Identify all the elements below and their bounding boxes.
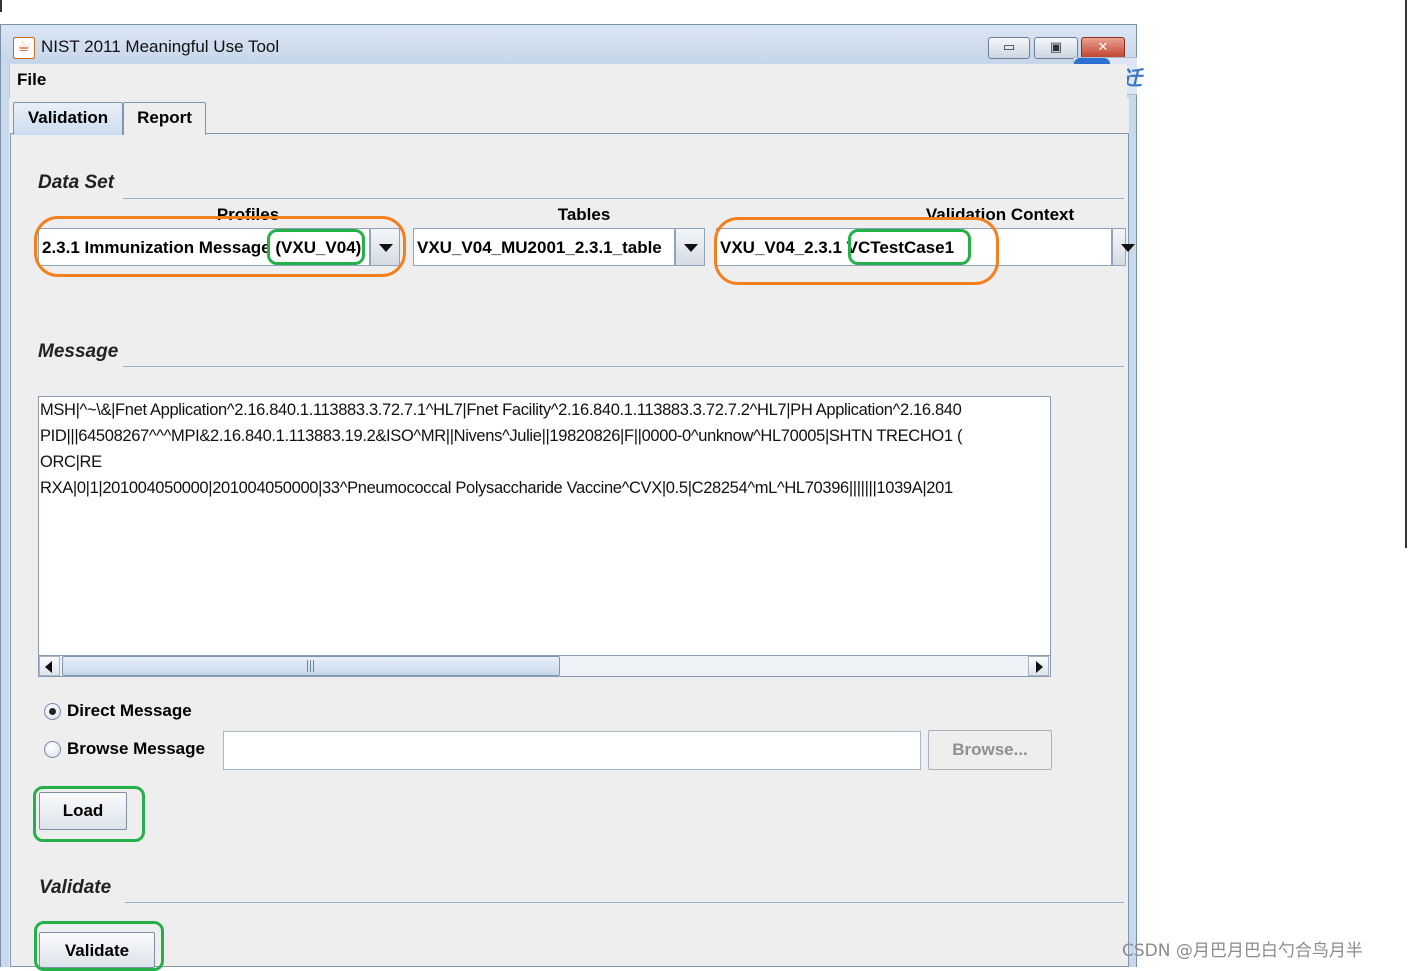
- scrollbar-grip-icon: [307, 660, 316, 672]
- dataset-section-title: Data Set: [38, 172, 115, 193]
- close-icon: ✕: [1097, 40, 1109, 55]
- message-line: RXA|0|1|201004050000|201004050000|33^Pne…: [40, 479, 953, 497]
- browse-button[interactable]: Browse...: [928, 730, 1052, 770]
- direct-message-radio[interactable]: [44, 703, 61, 720]
- scroll-left-icon[interactable]: [39, 656, 60, 676]
- tab-validation[interactable]: Validation: [13, 102, 123, 135]
- dataset-divider: [123, 198, 1124, 199]
- message-section-title: Message: [38, 341, 119, 362]
- message-line: ORC|RE: [40, 453, 102, 471]
- browse-message-label[interactable]: Browse Message: [67, 739, 205, 759]
- message-line: PID|||64508267^^^MPI&2.16.840.1.113883.1…: [40, 427, 963, 445]
- browse-message-radio[interactable]: [44, 741, 61, 758]
- window-title: NIST 2011 Meaningful Use Tool: [41, 37, 280, 56]
- highlight-testcase: [848, 229, 971, 265]
- validate-divider: [125, 902, 1124, 903]
- menu-bar: [9, 64, 1127, 98]
- tables-combo[interactable]: VXU_V04_MU2001_2.3.1_table: [413, 228, 675, 266]
- highlight-validate: [34, 921, 164, 971]
- validation-context-dropdown-button[interactable]: [1112, 228, 1135, 266]
- close-button[interactable]: ✕: [1081, 37, 1125, 59]
- screen-edge-mark: [0, 0, 2, 12]
- menu-file[interactable]: File: [17, 70, 46, 90]
- tables-label: Tables: [557, 205, 611, 224]
- message-textarea[interactable]: MSH|^~\&|Fnet Application^2.16.840.1.113…: [38, 396, 1051, 656]
- highlight-profile-id: [267, 229, 365, 265]
- maximize-icon: ▣: [1049, 40, 1063, 55]
- highlight-load: [33, 786, 145, 842]
- message-divider: [123, 366, 1124, 367]
- watermark: CSDN @月巴月巴白勺合鸟月半: [1122, 941, 1363, 961]
- java-cup-icon: [13, 37, 35, 59]
- maximize-button[interactable]: ▣: [1034, 37, 1078, 59]
- scroll-right-icon[interactable]: [1028, 656, 1049, 676]
- browse-path-field[interactable]: [223, 731, 921, 770]
- message-line: MSH|^~\&|Fnet Application^2.16.840.1.113…: [40, 401, 962, 419]
- minimize-icon: ▭: [1002, 40, 1016, 55]
- validate-section-title: Validate: [39, 877, 112, 898]
- tables-combo-value: VXU_V04_MU2001_2.3.1_table: [417, 238, 662, 257]
- tables-dropdown-button[interactable]: [675, 228, 705, 266]
- direct-message-label[interactable]: Direct Message: [67, 701, 192, 721]
- minimize-button[interactable]: ▭: [988, 37, 1030, 59]
- tab-report[interactable]: Report: [123, 102, 206, 135]
- screen-edge-line: [1405, 0, 1407, 548]
